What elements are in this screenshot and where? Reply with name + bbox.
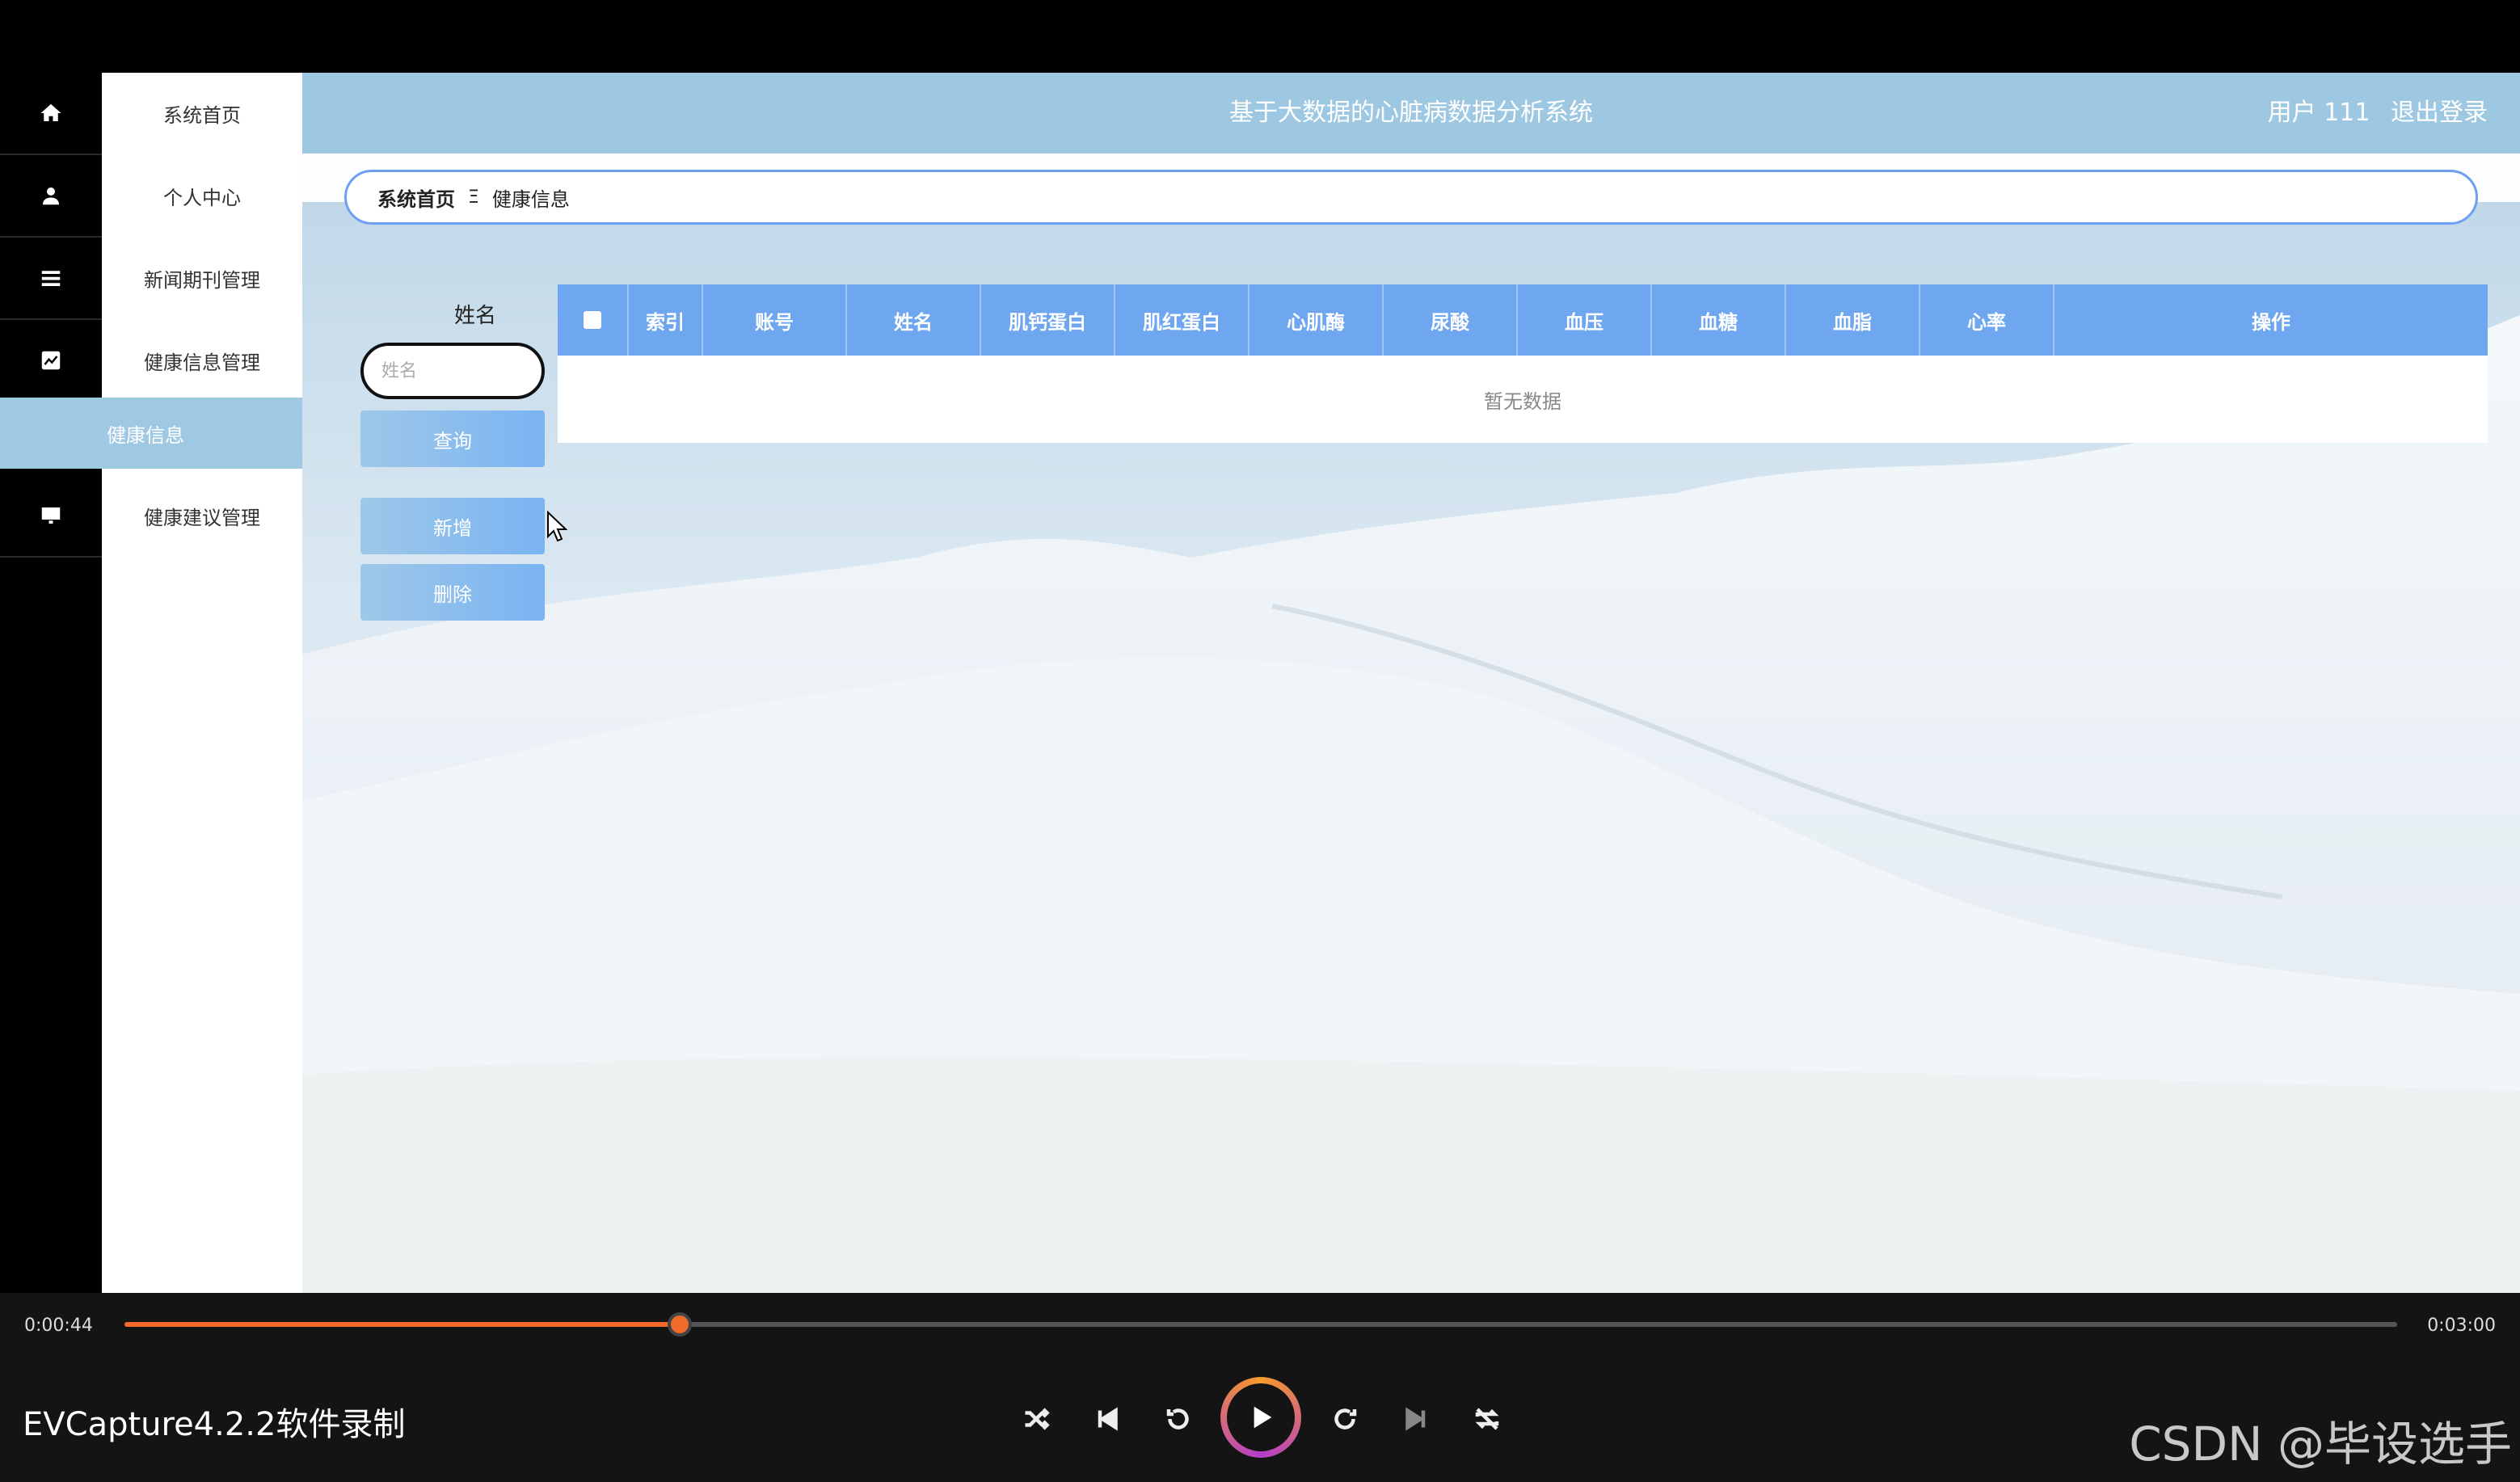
monitor-icon[interactable] — [0, 475, 102, 558]
column-header: 血脂 — [1786, 284, 1920, 356]
user-name: 用户 111 — [2267, 99, 2370, 127]
query-button[interactable]: 查询 — [360, 410, 545, 467]
column-header: 血糖 — [1652, 284, 1786, 356]
user-area: 用户 111 退出登录 — [2255, 73, 2488, 154]
screen-top-border — [0, 0, 2520, 73]
seek-bar[interactable] — [124, 1312, 2397, 1337]
sidebar-item-advice[interactable]: 健康建议管理 — [102, 475, 302, 556]
play-button[interactable] — [1220, 1377, 1301, 1458]
column-header: 操作 — [2252, 310, 2290, 334]
seek-handle[interactable] — [668, 1312, 693, 1337]
logout-link[interactable]: 退出登录 — [2391, 99, 2488, 127]
forward-30-icon[interactable] — [1325, 1400, 1364, 1438]
chart-icon[interactable] — [0, 320, 102, 402]
delete-button[interactable]: 删除 — [360, 564, 545, 621]
column-header: 血压 — [1518, 284, 1652, 356]
recorder-label: EVCapture4.2.2软件录制 — [23, 1406, 406, 1443]
sidebar-item-health-info[interactable]: 健康信息 — [0, 398, 302, 469]
sidebar-item-health-manage[interactable]: 健康信息管理 — [102, 320, 302, 401]
select-all-checkbox[interactable] — [584, 311, 601, 329]
breadcrumb-home[interactable]: 系统首页 — [377, 183, 455, 212]
column-header: 索引 — [629, 284, 703, 356]
csdn-watermark: CSDN @毕设选手 — [2129, 1417, 2512, 1471]
rewind-10-icon[interactable] — [1159, 1400, 1198, 1438]
seek-progress — [124, 1322, 681, 1327]
shuffle-icon[interactable] — [1017, 1400, 1056, 1438]
name-filter-label: 姓名 — [453, 304, 496, 328]
home-icon[interactable] — [0, 73, 102, 155]
sidebar-item-profile[interactable]: 个人中心 — [102, 155, 302, 236]
main-content: 基于大数据的心脏病数据分析系统 用户 111 退出登录 系统首页 Ξ 健康信息 … — [302, 73, 2520, 1293]
sidebar-item-home[interactable]: 系统首页 — [102, 73, 302, 154]
sidebar-menu: 系统首页 个人中心 新闻期刊管理 健康信息管理 健康信息 健康建议管理 — [0, 73, 302, 1293]
sidebar-item-news[interactable]: 新闻期刊管理 — [102, 238, 302, 318]
current-time: 0:00:44 — [24, 1316, 93, 1336]
next-icon[interactable] — [1397, 1400, 1435, 1438]
column-header: 姓名 — [847, 284, 981, 356]
video-player-bar: 0:00:44 0:03:00 EVCapture4.2.2软件录制 CSDN … — [0, 1293, 2520, 1482]
list-icon[interactable] — [0, 238, 102, 320]
breadcrumb: 系统首页 Ξ 健康信息 — [344, 170, 2478, 225]
play-icon — [1227, 1383, 1295, 1451]
health-info-table: 索引 账号 姓名 肌钙蛋白 肌红蛋白 心肌酶 尿酸 血压 血糖 血脂 心率 操作… — [558, 284, 2488, 443]
empty-text: 暂无数据 — [1484, 389, 1561, 413]
sidebar-item-label: 健康信息 — [107, 423, 184, 447]
add-button[interactable]: 新增 — [360, 498, 545, 554]
user-icon[interactable] — [0, 155, 102, 238]
snow-landscape-background — [302, 73, 2520, 1293]
sidebar-icon-rail — [0, 73, 102, 1293]
repeat-off-icon[interactable] — [1468, 1400, 1507, 1438]
column-header: 尿酸 — [1384, 284, 1518, 356]
select-all-cell — [558, 284, 629, 356]
breadcrumb-current: 健康信息 — [491, 187, 570, 211]
column-header: 账号 — [703, 284, 847, 356]
breadcrumb-separator: Ξ — [468, 187, 479, 208]
total-time: 0:03:00 — [2427, 1316, 2496, 1336]
column-header: 心率 — [1920, 284, 2054, 356]
mouse-cursor-icon — [547, 511, 567, 542]
previous-icon[interactable] — [1088, 1400, 1127, 1438]
table-header-row: 索引 账号 姓名 肌钙蛋白 肌红蛋白 心肌酶 尿酸 血压 血糖 血脂 心率 操作 — [558, 284, 2488, 356]
app-title: 基于大数据的心脏病数据分析系统 — [1229, 99, 1593, 127]
table-empty-row: 暂无数据 — [558, 356, 2488, 443]
column-header: 心肌酶 — [1249, 284, 1384, 356]
app-header: 基于大数据的心脏病数据分析系统 用户 111 退出登录 — [302, 73, 2520, 154]
column-header: 肌红蛋白 — [1115, 284, 1249, 356]
column-header: 肌钙蛋白 — [981, 284, 1115, 356]
name-search-input[interactable] — [360, 343, 545, 399]
